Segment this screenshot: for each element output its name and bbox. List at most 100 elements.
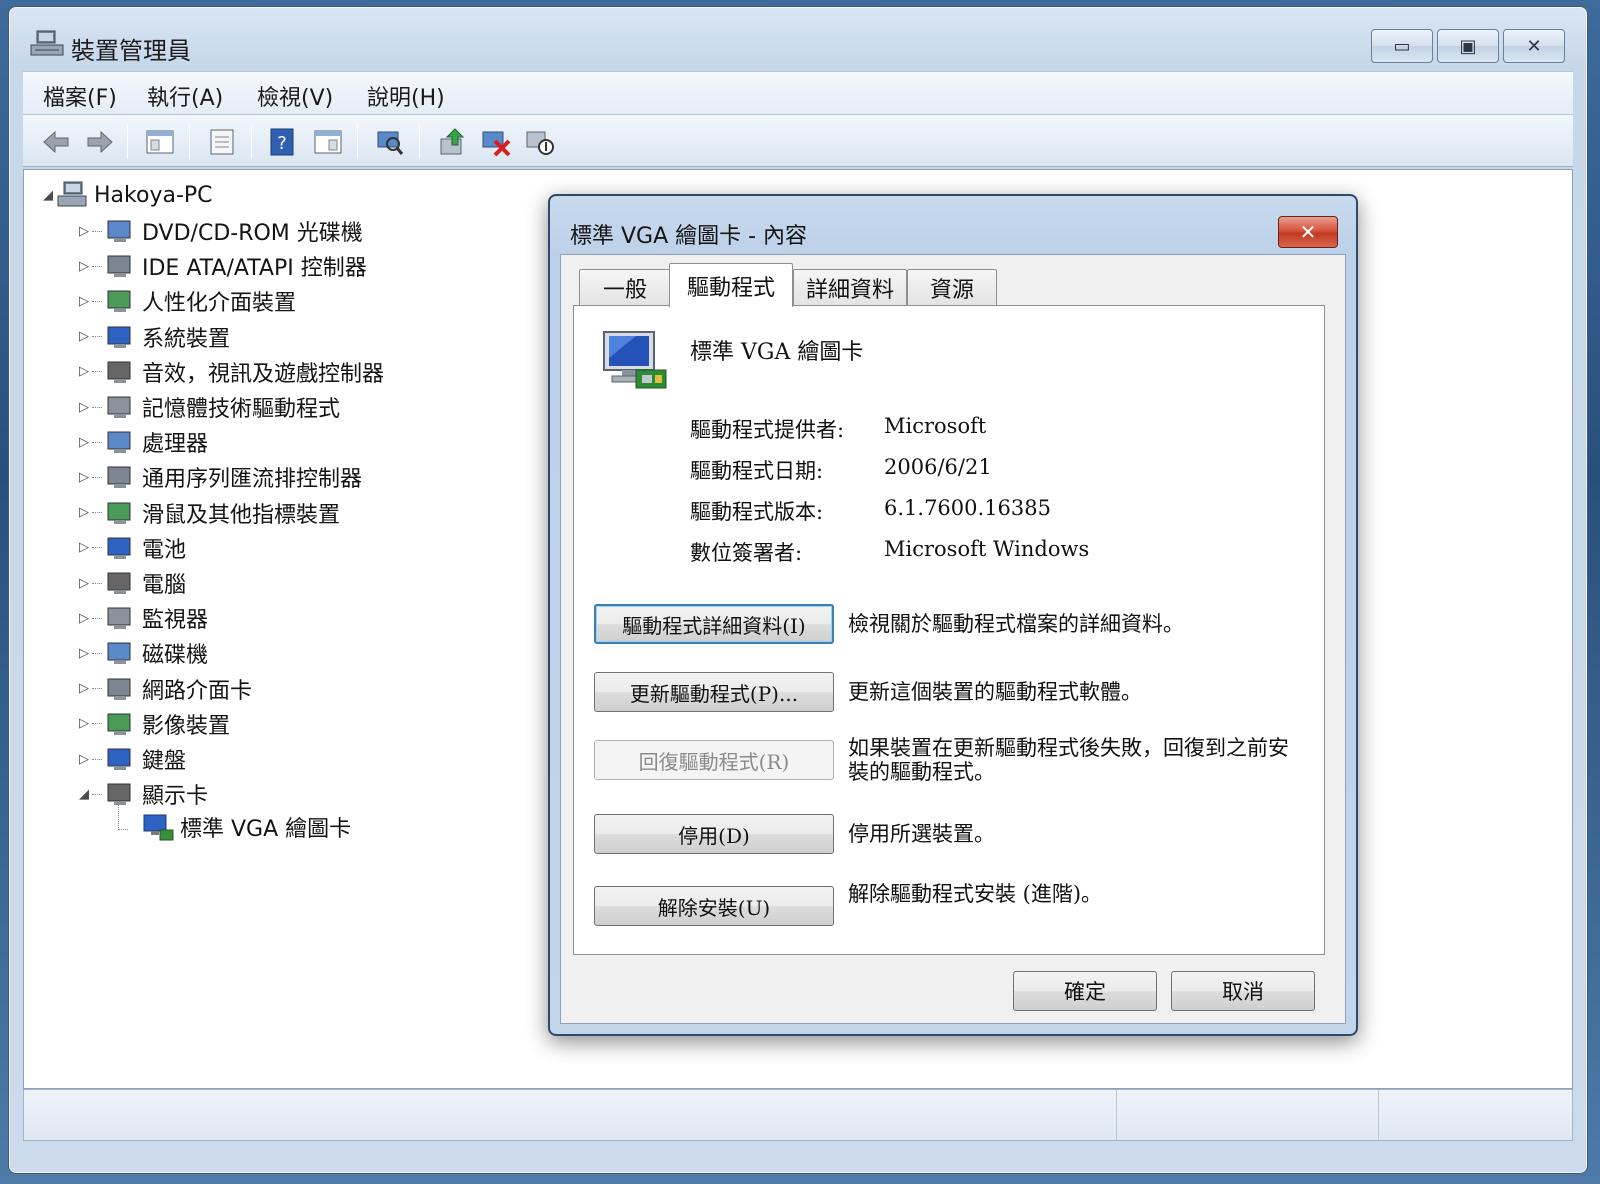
tree-category-label: DVD/CD-ROM 光碟機 bbox=[142, 221, 363, 246]
collapse-toggle[interactable]: ◢ bbox=[76, 787, 92, 802]
title-bar[interactable]: 裝置管理員 ▭ ▣ ✕ bbox=[9, 7, 1587, 71]
roll-back-driver-button[interactable]: 回復驅動程式(R) bbox=[594, 740, 834, 780]
tree-category-label: 電池 bbox=[142, 537, 187, 563]
tree-category-label: 音效，視訊及遊戲控制器 bbox=[142, 361, 385, 387]
roll-back-driver-description: 如果裝置在更新驅動程式後失敗，回復到之前安裝的驅動程式。 bbox=[848, 736, 1289, 784]
expand-toggle[interactable]: ▷ bbox=[76, 752, 92, 767]
tab-driver[interactable]: 驅動程式 bbox=[669, 263, 793, 307]
maximize-button[interactable]: ▣ bbox=[1437, 29, 1499, 63]
expand-toggle[interactable]: ▷ bbox=[76, 400, 92, 415]
menu-help[interactable]: 說明(H) bbox=[367, 80, 445, 112]
expand-toggle[interactable]: ▷ bbox=[76, 224, 92, 239]
tree-category-12[interactable]: ▷ 監視器 bbox=[76, 601, 208, 635]
update-driver-icon[interactable] bbox=[437, 127, 467, 157]
update-driver-button[interactable]: 更新驅動程式(P)... bbox=[594, 672, 834, 712]
expand-toggle[interactable]: ▷ bbox=[76, 611, 92, 626]
menu-action[interactable]: 執行(A) bbox=[147, 80, 223, 112]
menu-view[interactable]: 檢視(V) bbox=[257, 80, 333, 112]
tree-category-1[interactable]: ▷ DVD/CD-ROM 光碟機 bbox=[76, 214, 363, 248]
tree-category-11[interactable]: ▷ 電腦 bbox=[76, 566, 186, 600]
window-title: 裝置管理員 bbox=[71, 37, 191, 65]
expand-toggle[interactable]: ▷ bbox=[76, 681, 92, 696]
toolbar-separator bbox=[127, 125, 128, 159]
digital-signer-label: 數位簽署者: bbox=[690, 541, 803, 565]
expand-toggle[interactable]: ▷ bbox=[76, 505, 92, 520]
tree-child-node[interactable]: 標準 VGA 繪圖卡 bbox=[118, 804, 351, 844]
tree-category-4[interactable]: ▷ 系統裝置 bbox=[76, 320, 230, 354]
tree-connector bbox=[92, 652, 102, 654]
show-hide-action-pane-icon[interactable] bbox=[313, 127, 343, 157]
tree-category-16[interactable]: ▷ 鍵盤 bbox=[76, 742, 186, 776]
properties-icon[interactable] bbox=[207, 127, 237, 157]
expand-toggle[interactable]: ▷ bbox=[76, 646, 92, 661]
driver-version-value: 6.1.7600.16385 bbox=[884, 496, 1051, 520]
scan-hardware-changes-icon[interactable] bbox=[375, 127, 405, 157]
tree-category-9[interactable]: ▷ 滑鼠及其他指標裝置 bbox=[76, 496, 340, 530]
expand-toggle[interactable]: ▷ bbox=[76, 259, 92, 274]
tree-category-label: 記憶體技術驅動程式 bbox=[142, 397, 341, 422]
tree-category-2[interactable]: ▷ IDE ATA/ATAPI 控制器 bbox=[76, 249, 367, 283]
show-hide-console-tree-icon[interactable] bbox=[145, 127, 175, 157]
tree-root-node[interactable]: ◢ Hakoya-PC bbox=[40, 178, 213, 212]
tab-general[interactable]: 一般 bbox=[579, 269, 671, 305]
uninstall-device-icon[interactable] bbox=[481, 127, 511, 157]
tree-connector bbox=[92, 723, 102, 725]
driver-details-button[interactable]: 驅動程式詳細資料(I) bbox=[594, 604, 834, 644]
tree-category-14[interactable]: ▷ 網路介面卡 bbox=[76, 672, 252, 706]
tree-category-10[interactable]: ▷ 電池 bbox=[76, 531, 186, 565]
processor-icon bbox=[107, 431, 131, 454]
expand-toggle[interactable]: ▷ bbox=[76, 470, 92, 485]
back-arrow-icon[interactable] bbox=[41, 127, 71, 157]
expand-toggle[interactable]: ▷ bbox=[76, 540, 92, 555]
battery-icon bbox=[107, 537, 131, 559]
disable-device-icon[interactable] bbox=[525, 127, 555, 157]
status-bar bbox=[23, 1089, 1573, 1141]
tree-connector bbox=[118, 804, 128, 830]
tree-category-5[interactable]: ▷ 音效，視訊及遊戲控制器 bbox=[76, 355, 384, 389]
collapse-toggle[interactable]: ◢ bbox=[40, 188, 56, 203]
expand-toggle[interactable]: ▷ bbox=[76, 576, 92, 591]
disable-button[interactable]: 停用(D) bbox=[594, 814, 834, 854]
tree-category-6[interactable]: ▷ 記憶體技術驅動程式 bbox=[76, 390, 340, 424]
forward-arrow-icon[interactable] bbox=[85, 127, 115, 157]
cancel-button[interactable]: 取消 bbox=[1171, 971, 1315, 1011]
usb-icon bbox=[107, 466, 131, 489]
expand-toggle[interactable]: ▷ bbox=[76, 364, 92, 379]
tree-connector bbox=[92, 688, 102, 690]
system-devices-icon bbox=[107, 326, 131, 348]
help-icon[interactable]: ? bbox=[267, 127, 297, 157]
svg-text:?: ? bbox=[277, 133, 287, 154]
toolbar-separator bbox=[357, 125, 358, 159]
expand-toggle[interactable]: ▷ bbox=[76, 435, 92, 450]
expand-toggle[interactable]: ▷ bbox=[76, 329, 92, 344]
tree-category-label: 系統裝置 bbox=[142, 326, 231, 352]
tree-category-13[interactable]: ▷ 磁碟機 bbox=[76, 636, 208, 670]
tree-category-15[interactable]: ▷ 影像裝置 bbox=[76, 707, 230, 741]
tree-connector bbox=[92, 793, 102, 795]
tree-category-7[interactable]: ▷ 處理器 bbox=[76, 425, 208, 459]
computer-monitor-icon bbox=[107, 572, 131, 594]
driver-date-value: 2006/6/21 bbox=[884, 455, 992, 479]
tree-connector bbox=[92, 512, 102, 514]
toolbar: ? bbox=[23, 115, 1573, 167]
digital-signer-value: Microsoft Windows bbox=[884, 537, 1090, 561]
ok-button[interactable]: 確定 bbox=[1013, 971, 1157, 1011]
tree-category-17[interactable]: ◢ 顯示卡 bbox=[76, 777, 208, 811]
tree-connector bbox=[92, 371, 102, 373]
expand-toggle[interactable]: ▷ bbox=[76, 294, 92, 309]
tree-category-3[interactable]: ▷ 人性化介面裝置 bbox=[76, 284, 296, 318]
dialog-close-button[interactable]: ✕ bbox=[1278, 216, 1338, 248]
uninstall-description: 解除驅動程式安裝 (進階)。 bbox=[848, 882, 1103, 906]
close-window-button[interactable]: ✕ bbox=[1503, 29, 1565, 63]
tab-details[interactable]: 詳細資料 bbox=[793, 269, 907, 305]
tree-connector bbox=[92, 441, 102, 443]
tree-category-label: 滑鼠及其他指標裝置 bbox=[142, 502, 341, 528]
tree-category-8[interactable]: ▷ 通用序列匯流排控制器 bbox=[76, 460, 362, 494]
tree-category-label: 鍵盤 bbox=[142, 749, 187, 774]
tab-resources[interactable]: 資源 bbox=[907, 269, 997, 305]
menu-file[interactable]: 檔案(F) bbox=[43, 80, 117, 112]
driver-details-description: 檢視關於驅動程式檔案的詳細資料。 bbox=[848, 612, 1184, 636]
expand-toggle[interactable]: ▷ bbox=[76, 716, 92, 731]
minimize-button[interactable]: ▭ bbox=[1371, 29, 1433, 63]
uninstall-button[interactable]: 解除安裝(U) bbox=[594, 886, 834, 926]
